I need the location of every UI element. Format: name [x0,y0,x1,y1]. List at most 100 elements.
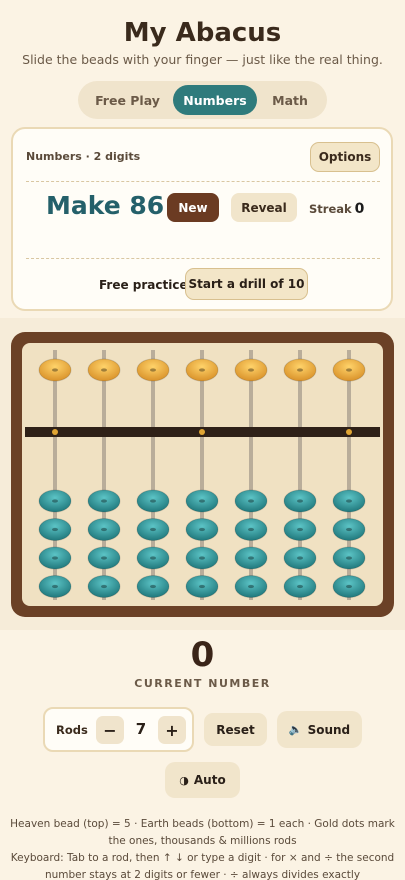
sound-label: Sound [307,722,351,737]
earth-bead[interactable] [283,546,317,570]
streak-value: 0 [354,201,365,217]
earth-bead-hole [199,556,205,560]
half-moon-icon: ◑ [179,773,189,787]
divider [26,181,380,182]
rods-increment-button[interactable]: + [158,716,186,744]
earth-bead[interactable] [234,575,268,598]
heaven-bead-hole [199,368,205,372]
reveal-button[interactable]: Reveal [231,193,297,222]
earth-bead-hole [297,584,303,589]
heaven-bead-hole [150,368,156,372]
earth-bead[interactable] [38,489,72,513]
earth-bead-hole [52,584,58,589]
new-button[interactable]: New [167,193,219,222]
earth-bead[interactable] [283,575,317,598]
earth-bead-hole [199,499,205,503]
current-number-label: CURRENT NUMBER [134,677,271,690]
rods-label: Rods [56,723,88,737]
heaven-bead-hole [248,368,254,372]
earth-bead-hole [346,527,352,532]
streak-label: Streak [309,202,352,216]
page-subtitle: Slide the beads with your finger — just … [22,52,383,67]
earth-bead[interactable] [136,489,170,513]
earth-bead[interactable] [136,546,170,570]
earth-bead-hole [199,527,205,532]
heaven-bead[interactable] [283,358,317,382]
page-title: My Abacus [123,18,282,48]
heaven-bead-hole [101,368,107,372]
tab-free-play[interactable]: Free Play [82,85,173,115]
auto-button[interactable]: ◑ Auto [165,762,240,798]
earth-bead[interactable] [283,489,317,513]
earth-bead[interactable] [136,575,170,598]
earth-bead[interactable] [185,546,219,570]
earth-bead[interactable] [87,489,121,513]
heaven-bead[interactable] [185,358,219,382]
earth-bead[interactable] [234,489,268,513]
earth-bead-hole [101,584,107,589]
earth-bead[interactable] [332,489,366,513]
heaven-bead[interactable] [136,358,170,382]
tab-numbers[interactable]: Numbers [173,85,257,115]
heaven-bead-hole [297,368,303,372]
earth-bead[interactable] [38,546,72,570]
heaven-bead[interactable] [234,358,268,382]
earth-bead-hole [297,499,303,503]
earth-bead-hole [297,527,303,532]
tab-math[interactable]: Math [257,85,323,115]
earth-bead[interactable] [38,575,72,598]
current-number-value: 0 [190,635,215,675]
streak: Streak 0 [309,201,364,217]
earth-bead[interactable] [185,518,219,541]
earth-bead[interactable] [87,575,121,598]
earth-bead-hole [248,584,254,589]
earth-bead-hole [52,499,58,503]
earth-bead-hole [101,556,107,560]
earth-bead-hole [248,499,254,503]
earth-bead[interactable] [87,518,121,541]
earth-bead[interactable] [332,575,366,598]
earth-bead[interactable] [87,546,121,570]
earth-bead[interactable] [234,518,268,541]
earth-bead[interactable] [185,489,219,513]
earth-bead-hole [346,556,352,560]
mode-tabs: Free Play Numbers Math [78,81,327,119]
earth-bead-hole [150,527,156,532]
sound-button[interactable]: 🔈 Sound [277,711,362,748]
earth-bead-hole [199,584,205,589]
help-line-2: Keyboard: Tab to a rod, then ↑ ↓ or type… [10,852,395,880]
earth-bead-hole [52,556,58,560]
earth-bead[interactable] [332,518,366,541]
earth-bead-hole [150,556,156,560]
earth-bead[interactable] [234,546,268,570]
help-line-1: Heaven bead (top) = 5 · Earth beads (bot… [10,818,395,847]
options-button[interactable]: Options [310,142,380,172]
abacus [11,332,394,617]
heaven-bead[interactable] [332,358,366,382]
earth-bead-hole [150,499,156,503]
earth-bead-hole [248,527,254,532]
rods-value: 7 [135,720,147,738]
earth-bead-hole [101,499,107,503]
heaven-bead[interactable] [87,358,121,382]
divider [26,258,380,259]
earth-bead[interactable] [283,518,317,541]
earth-bead-hole [346,499,352,503]
earth-bead[interactable] [38,518,72,541]
earth-bead-hole [346,584,352,589]
earth-bead-hole [248,556,254,560]
target-label: Make 86 [46,191,165,220]
free-practice-label: Free practice [99,278,188,292]
earth-bead[interactable] [136,518,170,541]
earth-bead[interactable] [185,575,219,598]
reset-button[interactable]: Reset [204,713,267,746]
heaven-bead-hole [52,368,58,372]
rods-decrement-button[interactable]: − [96,716,124,744]
help-text: Heaven bead (top) = 5 · Earth beads (bot… [8,816,397,880]
gold-dot-marker [52,429,58,435]
mode-label: Numbers · 2 digits [26,150,141,163]
heaven-bead[interactable] [38,358,72,382]
challenge-card: Numbers · 2 digits Options Make 86 New R… [11,127,393,311]
start-drill-button[interactable]: Start a drill of 10 [185,268,308,300]
earth-bead[interactable] [332,546,366,570]
